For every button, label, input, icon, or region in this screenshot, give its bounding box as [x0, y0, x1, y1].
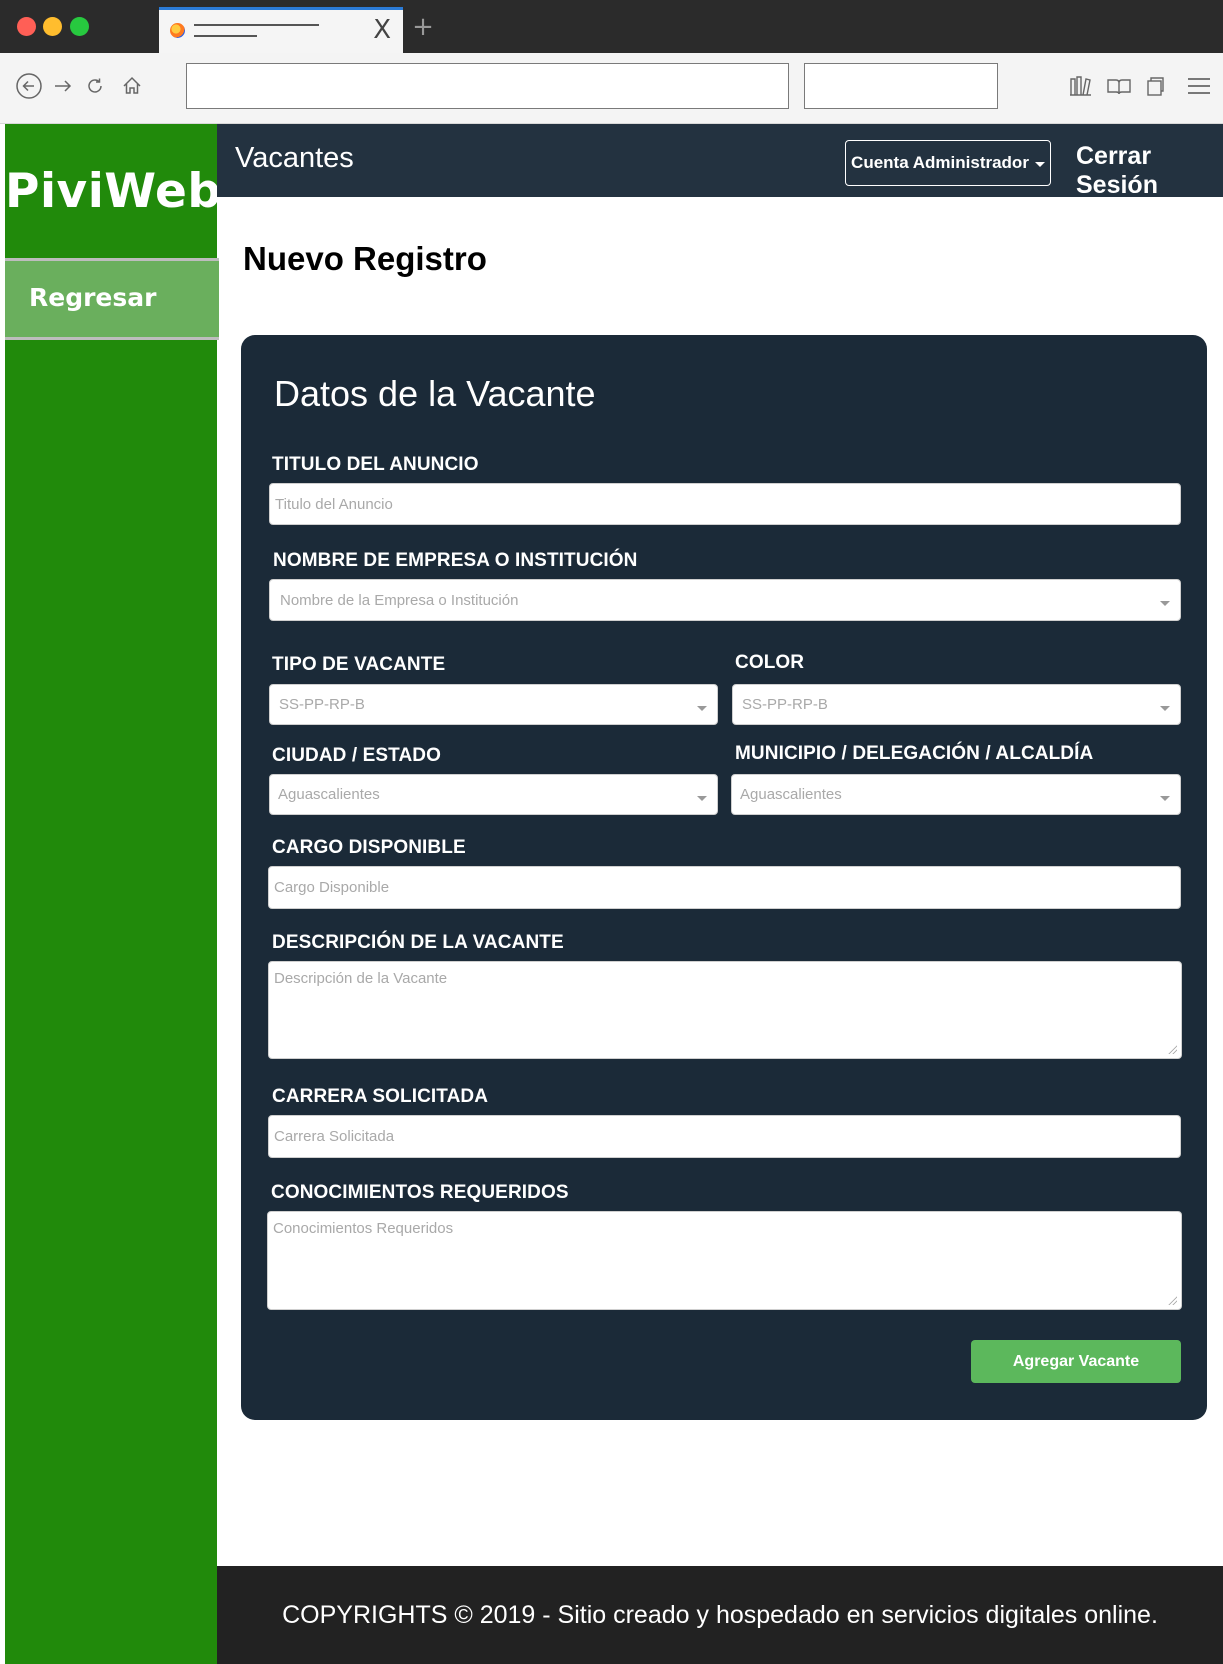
sidebar-item-regresar[interactable]: Regresar — [5, 258, 219, 340]
tab-title-placeholder — [194, 24, 319, 26]
tipo-selected-value: SS-PP-RP-B — [279, 696, 365, 713]
titulo-input[interactable]: Titulo del Anuncio — [269, 483, 1181, 525]
browser-tab[interactable]: X — [159, 7, 403, 53]
cargo-label: CARGO DISPONIBLE — [272, 837, 466, 858]
forward-icon[interactable] — [50, 72, 76, 102]
chevron-down-icon — [1160, 795, 1170, 801]
top-header: Vacantes Cuenta Administrador Cerrar Ses… — [217, 124, 1223, 200]
browser-tab-bar: X + — [0, 0, 1223, 53]
add-vacancy-button[interactable]: Agregar Vacante — [971, 1340, 1181, 1383]
browser-search-field[interactable] — [804, 63, 998, 109]
color-label: COLOR — [735, 652, 805, 673]
new-tab-icon[interactable]: + — [411, 13, 435, 43]
tipo-select[interactable]: SS-PP-RP-B — [269, 684, 718, 725]
color-selected-value: SS-PP-RP-B — [742, 696, 828, 713]
firefox-icon — [170, 23, 185, 38]
descripcion-placeholder: Descripción de la Vacante — [274, 970, 448, 987]
conocimientos-placeholder: Conocimientos Requeridos — [273, 1220, 454, 1237]
descripcion-label: DESCRIPCIÓN DE LA VACANTE — [272, 932, 564, 953]
window-minimize-dot[interactable] — [43, 17, 62, 36]
tipo-label: TIPO DE VACANTE — [272, 654, 446, 675]
municipio-selected-value: Aguascalientes — [740, 786, 842, 803]
titulo-label: TITULO DEL ANUNCIO — [272, 454, 479, 475]
conocimientos-label: CONOCIMIENTOS REQUERIDOS — [271, 1182, 569, 1203]
titulo-placeholder: Titulo del Anuncio — [275, 495, 393, 513]
empresa-select[interactable]: Nombre de la Empresa o Institución — [269, 579, 1181, 621]
menu-icon[interactable] — [1184, 72, 1214, 102]
reader-view-icon[interactable] — [1104, 72, 1134, 102]
copyright-text: COPYRIGHTS © 2019 - Sitio creado y hospe… — [282, 1601, 1158, 1629]
url-bar[interactable] — [186, 63, 789, 109]
ciudad-selected-value: Aguascalientes — [278, 786, 380, 803]
chevron-down-icon — [697, 705, 707, 711]
chevron-down-icon — [1160, 705, 1170, 711]
window-close-dot[interactable] — [17, 17, 36, 36]
home-icon[interactable] — [118, 72, 146, 102]
cargo-input[interactable]: Cargo Disponible — [268, 866, 1181, 909]
cargo-placeholder: Cargo Disponible — [274, 879, 390, 896]
tab-close-icon[interactable]: X — [373, 15, 391, 45]
back-icon[interactable] — [14, 72, 44, 102]
chevron-down-icon — [1160, 601, 1170, 606]
empresa-selected-value: Nombre de la Empresa o Institución — [280, 591, 519, 609]
municipio-label: MUNICIPIO / DELEGACIÓN / ALCALDÍA — [735, 743, 1094, 764]
page-title: Nuevo Registro — [243, 240, 487, 277]
library-icon[interactable] — [1066, 72, 1094, 102]
account-dropdown-button[interactable]: Cuenta Administrador — [845, 140, 1051, 186]
reload-icon[interactable] — [82, 72, 108, 102]
form-title: Datos de la Vacante — [274, 373, 596, 414]
municipio-select[interactable]: Aguascalientes — [731, 774, 1181, 815]
ciudad-select[interactable]: Aguascalientes — [269, 774, 718, 815]
browser-nav-bar — [0, 53, 1223, 124]
color-select[interactable]: SS-PP-RP-B — [732, 684, 1181, 725]
window-maximize-dot[interactable] — [70, 17, 89, 36]
sidebar-item-label: Regresar — [29, 283, 157, 312]
chevron-down-icon — [697, 795, 707, 801]
carrera-placeholder: Carrera Solicitada — [274, 1128, 395, 1145]
sidebar: PiviWeb Regresar — [5, 124, 221, 1664]
resize-handle-icon[interactable] — [1167, 1295, 1177, 1305]
tab-title-placeholder-short — [194, 35, 257, 37]
empresa-label: NOMBRE DE EMPRESA O INSTITUCIÓN — [273, 550, 638, 571]
tabs-overview-icon[interactable] — [1142, 72, 1168, 102]
vacancy-form-card: Datos de la Vacante TITULO DEL ANUNCIO T… — [241, 335, 1207, 1420]
ciudad-label: CIUDAD / ESTADO — [272, 745, 441, 766]
brand-logo[interactable]: PiviWeb — [5, 164, 221, 219]
section-title: Vacantes — [235, 142, 354, 174]
conocimientos-textarea[interactable]: Conocimientos Requeridos — [267, 1211, 1182, 1310]
descripcion-textarea[interactable]: Descripción de la Vacante — [268, 961, 1182, 1059]
carrera-label: CARRERA SOLICITADA — [272, 1086, 489, 1107]
account-label: Cuenta Administrador — [851, 153, 1029, 172]
carrera-input[interactable]: Carrera Solicitada — [268, 1115, 1181, 1158]
logout-link[interactable]: Cerrar Sesión — [1076, 142, 1223, 200]
resize-handle-icon[interactable] — [1167, 1044, 1177, 1054]
caret-down-icon — [1034, 161, 1045, 167]
footer: COPYRIGHTS © 2019 - Sitio creado y hospe… — [217, 1566, 1223, 1664]
